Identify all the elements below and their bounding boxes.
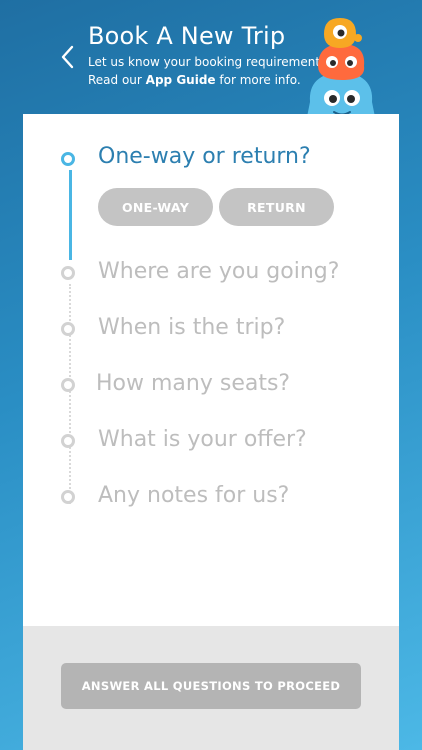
step-pending-icon <box>61 322 75 336</box>
header: Book A New Trip Let us know your booking… <box>0 0 422 131</box>
step-pending-icon <box>61 434 75 448</box>
card-footer: ANSWER ALL QUESTIONS TO PROCEED <box>23 626 399 750</box>
progress-line-pending <box>69 284 71 504</box>
proceed-button[interactable]: ANSWER ALL QUESTIONS TO PROCEED <box>61 663 361 709</box>
app-guide-link[interactable]: App Guide <box>146 73 216 87</box>
step-pending-icon <box>61 490 75 504</box>
step-label: Where are you going? <box>98 259 340 284</box>
progress-line-active <box>69 170 72 260</box>
page-title: Book A New Trip <box>88 22 286 50</box>
step-label: What is your offer? <box>98 427 307 452</box>
page-subtitle: Let us know your booking requirements. <box>88 55 331 69</box>
return-button[interactable]: RETURN <box>219 188 334 226</box>
booking-card: One-way or return? ONE-WAY RETURN Where … <box>23 114 399 750</box>
step-pending-icon <box>61 378 75 392</box>
step-active-icon <box>61 152 75 166</box>
app-guide-suffix: for more info. <box>215 73 301 87</box>
step-label: How many seats? <box>96 371 291 396</box>
step-pending-icon <box>61 266 75 280</box>
step-label: One-way or return? <box>98 144 311 169</box>
app-guide-text: Read our App Guide for more info. <box>88 73 301 87</box>
step-label: When is the trip? <box>98 315 286 340</box>
app-guide-prefix: Read our <box>88 73 146 87</box>
back-chevron-icon[interactable] <box>58 44 78 70</box>
one-way-button[interactable]: ONE-WAY <box>98 188 213 226</box>
step-label: Any notes for us? <box>98 483 290 508</box>
